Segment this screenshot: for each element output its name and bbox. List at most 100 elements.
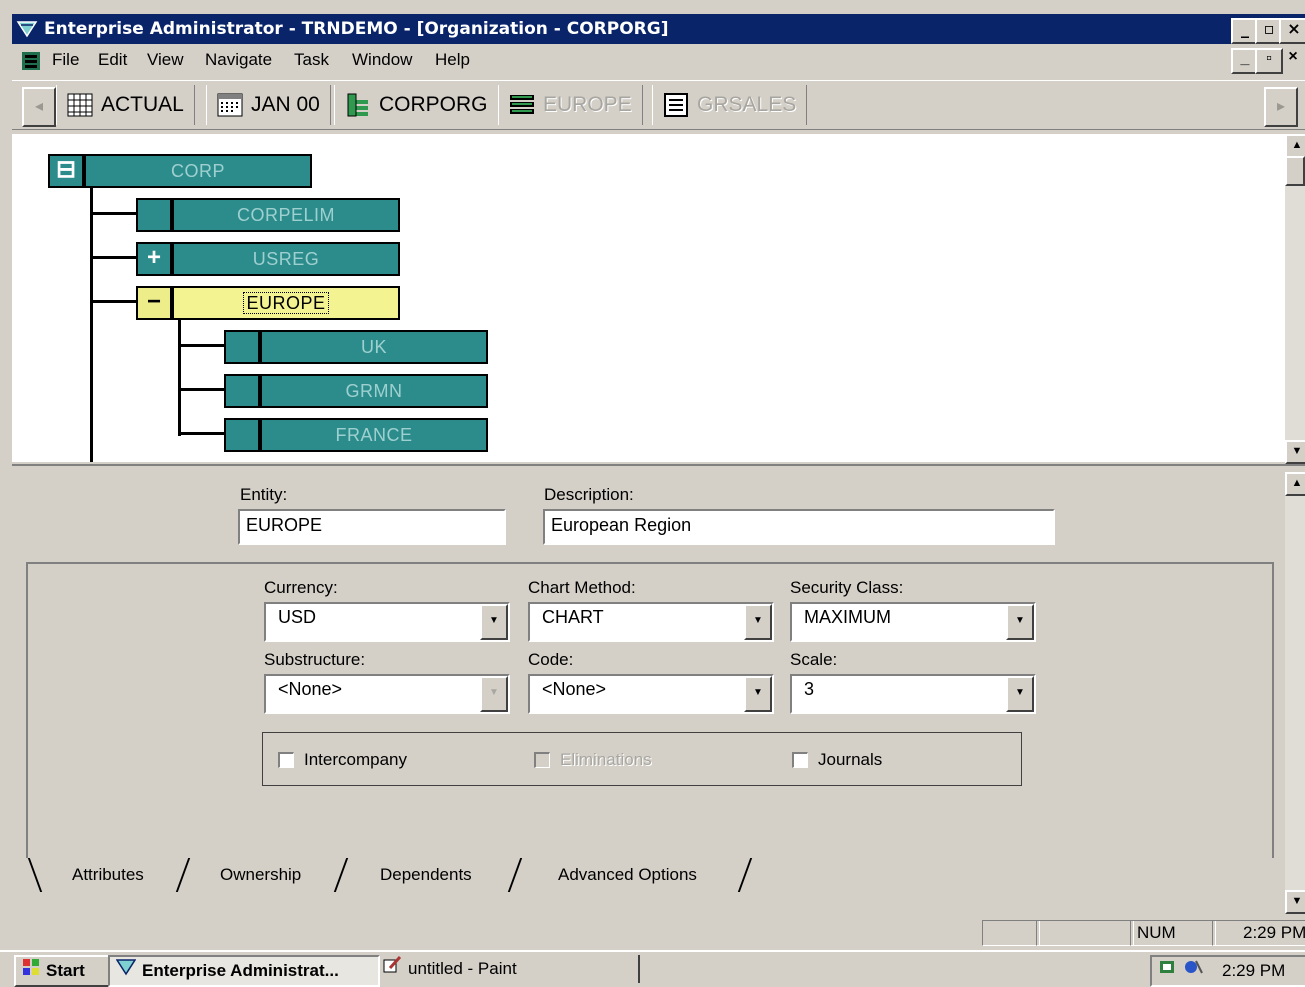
- paint-brush-icon: [382, 955, 402, 982]
- pov-entity-button[interactable]: EUROPE: [498, 85, 643, 125]
- chevron-down-icon[interactable]: ▼: [1006, 604, 1034, 640]
- menu-navigate[interactable]: Navigate: [205, 50, 272, 70]
- tree-node-uk[interactable]: UK: [224, 330, 488, 364]
- tree-node-corp[interactable]: ⊟ CORP: [48, 154, 312, 188]
- system-tray: 2:29 PM: [1150, 955, 1305, 987]
- tree-node-grmn[interactable]: GRMN: [224, 374, 488, 408]
- pov-scenario-button[interactable]: ACTUAL: [56, 85, 195, 125]
- checkbox-box[interactable]: [278, 752, 294, 768]
- currency-label: Currency:: [264, 578, 338, 597]
- menu-edit[interactable]: Edit: [98, 50, 127, 70]
- status-bar: NUM 2:29 PM: [12, 918, 1305, 946]
- org-icon: [345, 92, 371, 118]
- task-paint[interactable]: untitled - Paint: [376, 955, 640, 983]
- chevron-down-icon[interactable]: ▼: [744, 676, 772, 712]
- tree-connector: [90, 184, 93, 462]
- tree-connector: [178, 432, 224, 435]
- detail-scrollbar[interactable]: ▲ ▼: [1285, 472, 1305, 914]
- calendar-icon: [217, 92, 243, 118]
- code-select[interactable]: <None> ▼: [528, 674, 774, 714]
- task-enterprise-admin[interactable]: Enterprise Administrat...: [108, 955, 380, 987]
- tab-ownership[interactable]: Ownership: [220, 858, 301, 894]
- tree-connector: [90, 212, 136, 215]
- tray-network-icon[interactable]: [1184, 958, 1204, 984]
- window-title: Enterprise Administrator - TRNDEMO - [Or…: [44, 19, 669, 39]
- status-panel: [982, 920, 1040, 946]
- scroll-up-icon[interactable]: ▲: [1285, 472, 1305, 496]
- chevron-down-icon[interactable]: ▼: [480, 604, 508, 640]
- description-label: Description:: [544, 485, 634, 504]
- tab-attributes[interactable]: Attributes: [72, 858, 144, 894]
- tree-connector: [90, 300, 136, 303]
- tab-advanced-options[interactable]: Advanced Options: [558, 858, 697, 894]
- menu-window[interactable]: Window: [352, 50, 412, 70]
- windows-logo-icon: [22, 958, 40, 984]
- code-label: Code:: [528, 650, 574, 669]
- scroll-down-icon[interactable]: ▼: [1285, 890, 1305, 914]
- substructure-select[interactable]: <None> ▼: [264, 674, 510, 714]
- leaf-icon: [224, 418, 260, 452]
- leaf-icon: [224, 374, 260, 408]
- scale-label: Scale:: [790, 650, 838, 669]
- scale-select[interactable]: 3 ▼: [790, 674, 1036, 714]
- entity-field[interactable]: EUROPE: [238, 509, 506, 545]
- intercompany-checkbox[interactable]: Intercompany: [278, 750, 407, 770]
- scroll-thumb[interactable]: [1285, 156, 1305, 186]
- scroll-up-icon[interactable]: ▲: [1285, 134, 1305, 158]
- security-class-label: Security Class:: [790, 578, 904, 597]
- scroll-down-icon[interactable]: ▼: [1285, 440, 1305, 464]
- doc-close-button[interactable]: ×: [1281, 48, 1305, 70]
- menu-view[interactable]: View: [147, 50, 184, 70]
- tree-connector: [90, 256, 136, 259]
- taskbar-clock[interactable]: 2:29 PM: [1222, 958, 1285, 984]
- list-icon: [509, 92, 535, 118]
- tray-app-icon[interactable]: [1158, 958, 1178, 984]
- chevron-down-icon[interactable]: ▼: [1006, 676, 1034, 712]
- checkbox-box[interactable]: [792, 752, 808, 768]
- tree-node-europe[interactable]: − EUROPE: [136, 286, 400, 320]
- doc-restore-button[interactable]: ▫: [1255, 48, 1283, 74]
- start-button[interactable]: Start: [14, 955, 110, 987]
- menu-help[interactable]: Help: [435, 50, 470, 70]
- leaf-icon: [136, 198, 172, 232]
- expand-icon[interactable]: +: [136, 242, 172, 276]
- collapse-icon[interactable]: −: [136, 286, 172, 320]
- tab-dependents[interactable]: Dependents: [380, 858, 472, 894]
- close-button[interactable]: ×: [1279, 18, 1305, 44]
- collapse-icon[interactable]: ⊟: [48, 154, 84, 188]
- tree-node-usreg[interactable]: + USREG: [136, 242, 400, 276]
- tree-node-corpelim[interactable]: CORPELIM: [136, 198, 400, 232]
- pov-toolbar: ◂ ACTUAL JAN 00 CORPORG EUROPE GRSALES ▸: [12, 80, 1305, 130]
- pov-account-button[interactable]: GRSALES: [652, 85, 808, 125]
- num-lock-indicator: NUM: [1130, 920, 1216, 946]
- tree-connector: [178, 344, 224, 347]
- eliminations-checkbox: Eliminations: [534, 750, 652, 770]
- journals-checkbox[interactable]: Journals: [792, 750, 882, 770]
- app-icon: [16, 18, 38, 40]
- menu-task[interactable]: Task: [294, 50, 329, 70]
- account-icon: [663, 92, 689, 118]
- substructure-label: Substructure:: [264, 650, 366, 669]
- taskbar: Start Enterprise Administrat... untitled…: [0, 950, 1305, 987]
- organization-tree: ⊟ CORP CORPELIM + USREG − EUROPE UK GRMN…: [12, 134, 1305, 464]
- description-field[interactable]: European Region: [543, 509, 1055, 545]
- chart-method-label: Chart Method:: [528, 578, 636, 597]
- chevron-down-icon: ▼: [480, 676, 508, 712]
- chevron-down-icon[interactable]: ▼: [744, 604, 772, 640]
- checkbox-box: [534, 752, 550, 768]
- pov-period-button[interactable]: JAN 00: [206, 85, 331, 125]
- tree-scrollbar[interactable]: ▲ ▼: [1285, 134, 1305, 464]
- pov-organization-button[interactable]: CORPORG: [334, 85, 499, 125]
- forward-arrow-icon[interactable]: ▸: [1264, 87, 1298, 127]
- menu-file[interactable]: File: [52, 50, 79, 70]
- tree-node-france[interactable]: FRANCE: [224, 418, 488, 452]
- status-panel: [1036, 920, 1134, 946]
- chart-method-select[interactable]: CHART ▼: [528, 602, 774, 642]
- back-arrow-icon[interactable]: ◂: [22, 87, 56, 127]
- leaf-icon: [224, 330, 260, 364]
- app-icon: [115, 958, 137, 984]
- security-class-select[interactable]: MAXIMUM ▼: [790, 602, 1036, 642]
- currency-select[interactable]: USD ▼: [264, 602, 510, 642]
- menu-bar: File Edit View Navigate Task Window Help…: [12, 44, 1305, 76]
- document-icon: [20, 50, 42, 72]
